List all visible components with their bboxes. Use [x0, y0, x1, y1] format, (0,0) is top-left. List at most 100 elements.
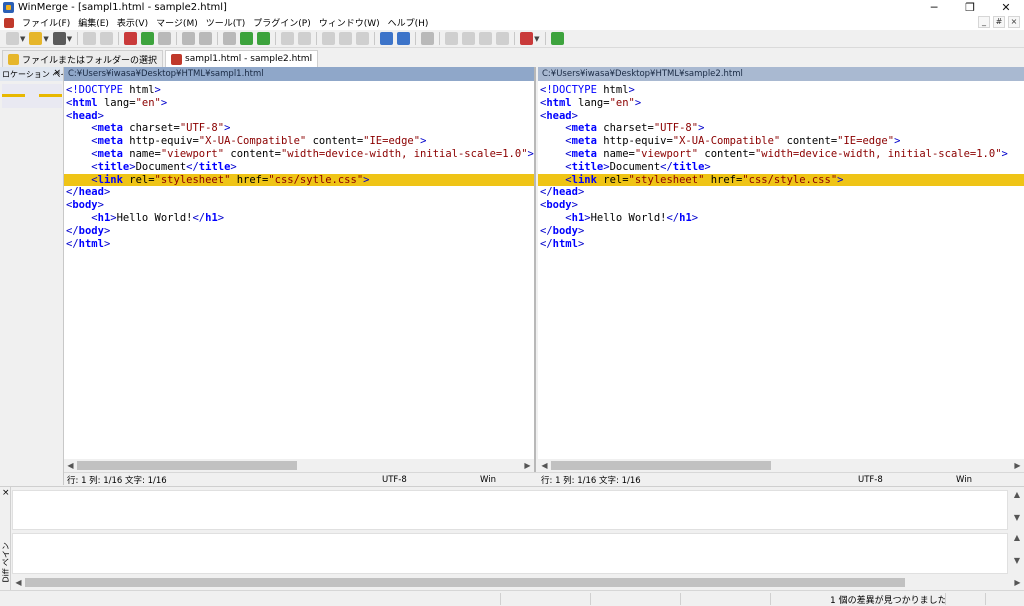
- right-code-line[interactable]: <meta name="viewport" content="width=dev…: [538, 148, 1024, 161]
- copy-left-icon[interactable]: [298, 32, 312, 45]
- save-icon[interactable]: [52, 32, 66, 45]
- scroll-right-icon[interactable]: ▶: [1011, 459, 1024, 472]
- next-conflict-icon[interactable]: [257, 32, 271, 45]
- copy-right-advance-icon[interactable]: [322, 32, 336, 45]
- right-code-line[interactable]: <meta charset="UTF-8">: [538, 122, 1024, 135]
- copy-right-icon[interactable]: [281, 32, 295, 45]
- menu-view[interactable]: 表示(V): [113, 16, 152, 29]
- right-code-line[interactable]: </html>: [538, 238, 1024, 251]
- current-diff-icon[interactable]: [199, 32, 213, 45]
- last-diff-icon[interactable]: [240, 32, 254, 45]
- right-code-line-diff[interactable]: <link rel="stylesheet" href="css/style.c…: [538, 173, 1024, 187]
- save-dropdown-icon[interactable]: ▼: [67, 35, 72, 43]
- options-icon[interactable]: [397, 32, 411, 45]
- right-code-line[interactable]: </body>: [538, 225, 1024, 238]
- right-horizontal-scrollbar[interactable]: ◀ ▶: [538, 459, 1024, 472]
- location-map[interactable]: [2, 84, 62, 108]
- maximize-button[interactable]: ❐: [952, 0, 988, 15]
- scroll-left-icon[interactable]: ◀: [64, 459, 77, 472]
- first-file-icon[interactable]: [445, 32, 459, 45]
- select-all-diff-icon[interactable]: [124, 32, 138, 45]
- right-code-line[interactable]: <head>: [538, 110, 1024, 123]
- tab-select-files[interactable]: ファイルまたはフォルダーの選択: [2, 50, 164, 67]
- menu-tools[interactable]: ツール(T): [202, 16, 250, 29]
- diff-top-vertical-scrollbar[interactable]: ▲ ▼: [1010, 490, 1024, 530]
- right-code-line[interactable]: <h1>Hello World!</h1>: [538, 212, 1024, 225]
- next-diff-icon[interactable]: [141, 32, 155, 45]
- first-conflict-icon[interactable]: [223, 32, 237, 45]
- mdi-minimize-button[interactable]: _: [978, 16, 990, 28]
- scroll-thumb[interactable]: [551, 461, 771, 470]
- left-code-line[interactable]: </head>: [64, 186, 534, 199]
- right-code-line[interactable]: <!DOCTYPE html>: [538, 84, 1024, 97]
- scroll-left-icon[interactable]: ◀: [538, 459, 551, 472]
- first-diff-icon[interactable]: [182, 32, 196, 45]
- left-code-line[interactable]: <head>: [64, 110, 534, 123]
- diff-left-detail[interactable]: [12, 490, 1008, 530]
- minimize-button[interactable]: ─: [916, 0, 952, 15]
- last-file-icon[interactable]: [496, 32, 510, 45]
- left-code-line[interactable]: </body>: [64, 225, 534, 238]
- next-file-icon[interactable]: [479, 32, 493, 45]
- document-menu-icon[interactable]: [4, 17, 14, 28]
- right-code-line[interactable]: <body>: [538, 199, 1024, 212]
- left-code-line[interactable]: </html>: [64, 238, 534, 251]
- refresh-icon[interactable]: [550, 32, 564, 45]
- menu-help[interactable]: ヘルプ(H): [384, 16, 433, 29]
- plugin-dropdown-icon[interactable]: ▼: [534, 35, 539, 43]
- copy-left-advance-icon[interactable]: [339, 32, 353, 45]
- scroll-right-icon[interactable]: ▶: [1011, 576, 1024, 589]
- new-icon[interactable]: [6, 32, 19, 45]
- right-code-line[interactable]: </head>: [538, 186, 1024, 199]
- scroll-up-icon[interactable]: ▲: [1010, 533, 1024, 542]
- location-pane-close-icon[interactable]: ×: [53, 68, 61, 78]
- close-button[interactable]: ✕: [988, 0, 1024, 15]
- redo-icon[interactable]: [100, 32, 114, 45]
- diff-right-detail[interactable]: [12, 533, 1008, 574]
- scroll-thumb[interactable]: [25, 578, 905, 587]
- diff-bottom-vertical-scrollbar[interactable]: ▲ ▼: [1010, 533, 1024, 574]
- left-code-line[interactable]: <title>Document</title>: [64, 161, 534, 174]
- plugin-icon[interactable]: [520, 32, 534, 45]
- scroll-down-icon[interactable]: ▼: [1010, 513, 1024, 522]
- scroll-track[interactable]: [551, 461, 1011, 470]
- right-code-line[interactable]: <title>Document</title>: [538, 161, 1024, 174]
- scroll-thumb[interactable]: [77, 461, 297, 470]
- menu-file[interactable]: ファイル(F): [18, 16, 74, 29]
- compare-icon[interactable]: [380, 32, 394, 45]
- menu-window[interactable]: ウィンドウ(W): [315, 16, 384, 29]
- left-horizontal-scrollbar[interactable]: ◀ ▶: [64, 459, 534, 472]
- new-dropdown-icon[interactable]: ▼: [20, 35, 25, 43]
- merge-icon[interactable]: [421, 32, 435, 45]
- open-folder-icon[interactable]: [29, 32, 43, 45]
- mdi-close-button[interactable]: ×: [1008, 16, 1020, 28]
- scroll-down-icon[interactable]: ▼: [1010, 556, 1024, 565]
- left-code-line[interactable]: <h1>Hello World!</h1>: [64, 212, 534, 225]
- left-code-line[interactable]: <meta name="viewport" content="width=dev…: [64, 148, 534, 161]
- left-code-view[interactable]: <!DOCTYPE html> <html lang="en"> <head> <m…: [64, 84, 534, 250]
- diff-pane-close-icon[interactable]: ×: [2, 488, 10, 498]
- right-code-line[interactable]: <meta http-equiv="X-UA-Compatible" conte…: [538, 135, 1024, 148]
- diff-horizontal-scrollbar[interactable]: ◀ ▶: [12, 576, 1024, 589]
- left-file-pane[interactable]: C:¥Users¥iwasa¥Desktop¥HTML¥sampl1.html …: [64, 67, 536, 472]
- left-code-line-diff[interactable]: <link rel="stylesheet" href="css/sytle.c…: [64, 173, 534, 187]
- left-code-line[interactable]: <html lang="en">: [64, 97, 534, 110]
- tab-file-compare[interactable]: sampl1.html - sample2.html: [165, 50, 319, 67]
- mdi-restore-button[interactable]: #: [993, 16, 1005, 28]
- menu-edit[interactable]: 編集(E): [74, 16, 113, 29]
- menu-merge[interactable]: マージ(M): [152, 16, 202, 29]
- left-code-line[interactable]: <!DOCTYPE html>: [64, 84, 534, 97]
- scroll-up-icon[interactable]: ▲: [1010, 490, 1024, 499]
- right-code-view[interactable]: <!DOCTYPE html> <html lang="en"> <head> <m…: [538, 84, 1024, 250]
- right-code-line[interactable]: <html lang="en">: [538, 97, 1024, 110]
- scroll-track[interactable]: [77, 461, 521, 470]
- open-dropdown-icon[interactable]: ▼: [43, 35, 48, 43]
- menu-plugins[interactable]: プラグイン(P): [249, 16, 314, 29]
- right-file-pane[interactable]: C:¥Users¥iwasa¥Desktop¥HTML¥sample2.html…: [538, 67, 1024, 472]
- scroll-right-icon[interactable]: ▶: [521, 459, 534, 472]
- prev-diff-icon[interactable]: [158, 32, 172, 45]
- prev-file-icon[interactable]: [462, 32, 476, 45]
- all-right-icon[interactable]: [356, 32, 370, 45]
- scroll-left-icon[interactable]: ◀: [12, 576, 25, 589]
- undo-icon[interactable]: [83, 32, 97, 45]
